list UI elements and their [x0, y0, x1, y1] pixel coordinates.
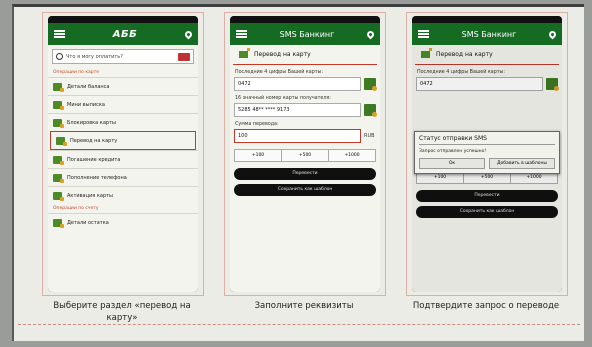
field-label: 16 значный номер карты получателя:	[235, 96, 331, 101]
amount-field[interactable]: 100	[234, 129, 361, 143]
app-title: SMS Банкинг	[461, 29, 517, 39]
app-bar: SMS Банкинг	[412, 23, 562, 45]
menu-item-label: Активация карты	[67, 192, 113, 199]
menu-item-label: Детали остатка	[67, 219, 109, 226]
last4-field[interactable]: 0472	[234, 77, 361, 91]
menu-screen: Что я могу оплатить? Операции по карте Д…	[48, 45, 198, 292]
ok-button[interactable]: Ок	[419, 158, 485, 169]
card-icon	[53, 191, 64, 201]
menu-item-label: Мини выписка	[67, 101, 105, 108]
location-pin-icon[interactable]	[547, 29, 558, 39]
menu-icon[interactable]	[54, 30, 65, 38]
step2-panel: SMS Банкинг Перевод на карту Последние 4…	[224, 12, 386, 296]
menu-item-mini-statement[interactable]: Мини выписка	[48, 95, 198, 113]
menu-item-label: Погашение кредита	[67, 156, 121, 163]
card-select-icon[interactable]	[364, 78, 377, 91]
location-pin-icon[interactable]	[365, 29, 376, 39]
search-icon	[56, 53, 63, 60]
location-pin-icon[interactable]	[183, 29, 194, 39]
save-template-button[interactable]: Сохранить как шаблон	[234, 184, 376, 196]
app-bar: АББ	[48, 23, 198, 45]
dialog-message: Запрос отправлен успешно!	[419, 149, 487, 154]
card-icon[interactable]	[178, 52, 190, 61]
loan-icon	[53, 155, 64, 165]
lock-icon	[53, 118, 64, 128]
step3-panel: SMS Банкинг Перевод на карту Последние 4…	[406, 12, 568, 296]
section-header: Операции по счету	[53, 206, 99, 211]
quick-amount-button[interactable]: +500	[282, 150, 329, 161]
menu-item-balance[interactable]: Детали баланса	[48, 77, 198, 95]
dialog-title: Статус отправки SMS	[419, 135, 555, 145]
transfer-icon	[56, 136, 67, 146]
menu-item-card-transfer[interactable]: Перевод на карту	[50, 131, 196, 150]
quick-amount-button[interactable]: +100	[235, 150, 282, 161]
menu-icon[interactable]	[418, 30, 429, 38]
step1-panel: АББ Что я могу оплатить? Операции по кар…	[42, 12, 204, 296]
transfer-button[interactable]: Перевести	[234, 168, 376, 180]
balance-icon	[53, 82, 64, 92]
menu-item-label: Перевод на карту	[70, 137, 118, 144]
menu-item-loan-repayment[interactable]: Погашение кредита	[48, 150, 198, 168]
search-placeholder: Что я могу оплатить?	[66, 53, 123, 60]
phone-screen-1: АББ Что я могу оплатить? Операции по кар…	[48, 16, 198, 292]
contacts-icon[interactable]	[364, 104, 377, 117]
form-title-bar: Перевод на карту	[233, 45, 377, 65]
field-label: Сумма перевода:	[235, 122, 279, 127]
statement-icon	[53, 100, 64, 110]
status-bar	[412, 16, 562, 23]
transfer-icon	[239, 48, 250, 58]
menu-item-label: Детали баланса	[67, 83, 110, 90]
app-bar: SMS Банкинг	[230, 23, 380, 45]
menu-item-card-activation[interactable]: Активация карты	[48, 186, 198, 204]
status-bar	[230, 16, 380, 23]
transfer-form-screen: Перевод на карту Последние 4 цифры Вашей…	[230, 45, 380, 292]
add-template-button[interactable]: Добавить в шаблоны	[489, 158, 555, 169]
field-row: 5285 48** **** 9173	[230, 103, 380, 117]
search-input[interactable]: Что я могу оплатить?	[52, 49, 194, 64]
quick-amount-button[interactable]: +1000	[329, 150, 375, 161]
phone-screen-2: SMS Банкинг Перевод на карту Последние 4…	[230, 16, 380, 292]
divider	[18, 324, 580, 325]
sms-status-dialog: Статус отправки SMS Запрос отправлен усп…	[414, 131, 560, 174]
status-bar	[48, 16, 198, 23]
currency-label: RUB	[364, 133, 375, 139]
phone-screen-3: SMS Банкинг Перевод на карту Последние 4…	[412, 16, 562, 292]
account-icon	[53, 218, 64, 228]
app-title: SMS Банкинг	[279, 29, 335, 39]
quick-amounts: +100 +500 +1000	[234, 149, 376, 162]
confirm-screen: Перевод на карту Последние 4 цифры Вашей…	[412, 45, 562, 292]
step2-caption: Заполните реквизиты	[254, 301, 354, 311]
menu-item-label: Пополнение телефона	[67, 174, 127, 181]
menu-item-phone-topup[interactable]: Пополнение телефона	[48, 168, 198, 186]
dialog-buttons: Ок Добавить в шаблоны	[419, 158, 555, 169]
section-header: Операции по карте	[53, 70, 100, 75]
phone-icon	[53, 173, 64, 183]
field-label: Последние 4 цифры Вашей карты:	[235, 70, 323, 75]
menu-item-account-balance[interactable]: Детали остатка	[48, 213, 198, 231]
recipient-card-field[interactable]: 5285 48** **** 9173	[234, 103, 361, 117]
bank-logo: АББ	[112, 28, 138, 40]
menu-item-block-card[interactable]: Блокировка карты	[48, 113, 198, 131]
menu-icon[interactable]	[236, 30, 247, 38]
step1-caption: Выберите раздел «перевод на карту»	[53, 301, 191, 323]
menu-item-label: Блокировка карты	[67, 119, 116, 126]
form-title: Перевод на карту	[254, 51, 311, 58]
step3-caption: Подтвердите запрос о переводе	[412, 301, 560, 311]
field-row: 0472	[230, 77, 380, 91]
field-row: 100 RUB	[230, 129, 380, 143]
